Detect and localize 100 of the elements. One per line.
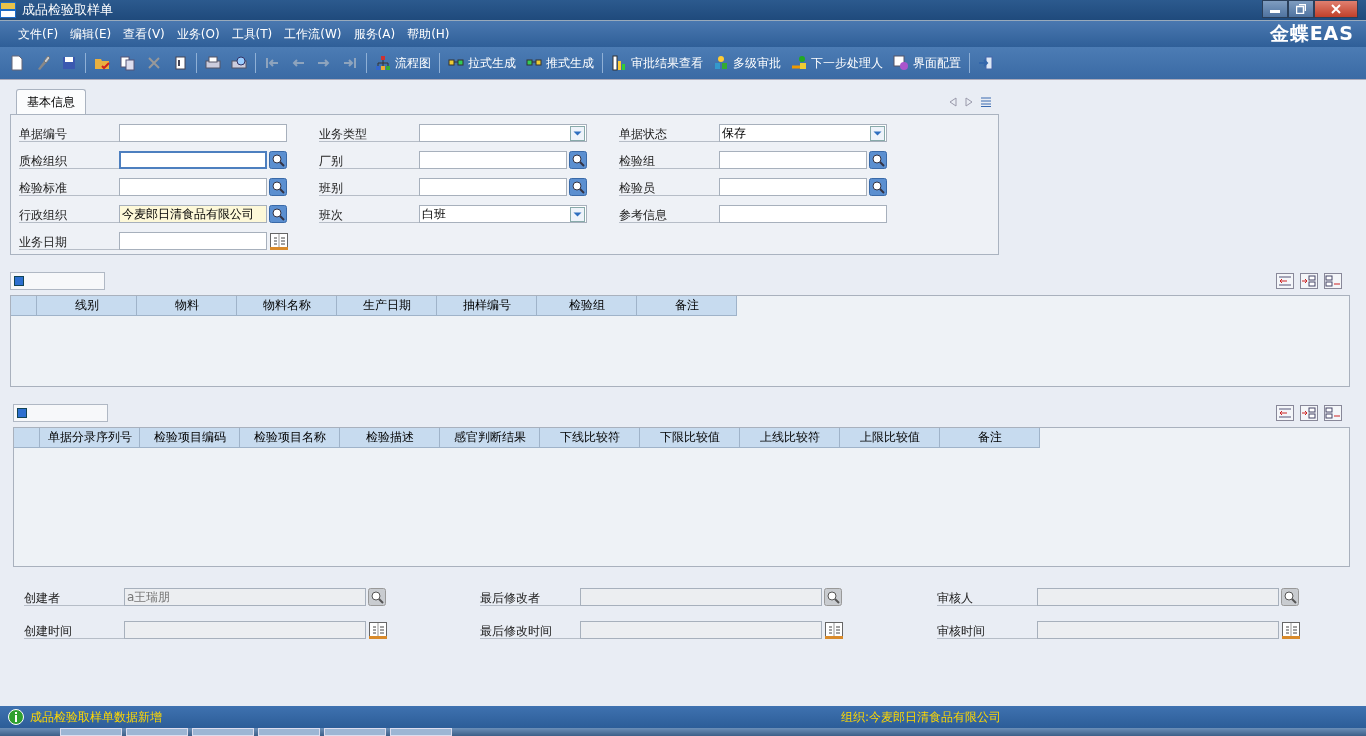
input-field[interactable] (719, 205, 887, 223)
first-icon (264, 55, 280, 71)
date-picker-button[interactable] (1281, 621, 1301, 639)
column-header[interactable]: 上限比较值 (840, 428, 940, 448)
lookup-button[interactable] (569, 151, 587, 169)
save-icon (61, 55, 77, 71)
input-field[interactable] (419, 178, 567, 196)
input-field[interactable] (719, 151, 867, 169)
menu-item[interactable]: 工作流(W) (278, 25, 348, 43)
lookup-button[interactable] (1281, 588, 1299, 606)
grid-tab[interactable] (13, 404, 108, 422)
close-icon (1331, 4, 1341, 14)
exit-icon (978, 55, 994, 71)
calendar-icon (368, 621, 388, 639)
remove-row-button[interactable] (1324, 405, 1342, 421)
copy-icon (120, 55, 136, 71)
date-picker-button[interactable] (269, 232, 289, 250)
remove-row-button[interactable] (1324, 273, 1342, 289)
people-icon (713, 55, 729, 71)
column-header[interactable]: 下限比较值 (640, 428, 740, 448)
add-row-button[interactable] (1300, 405, 1318, 421)
lookup-button[interactable] (269, 178, 287, 196)
search-icon (569, 151, 587, 169)
input-field[interactable] (719, 178, 867, 196)
column-header[interactable]: 抽样编号 (437, 296, 537, 316)
column-header[interactable]: 上线比较符 (740, 428, 840, 448)
lookup-button[interactable] (869, 151, 887, 169)
toolbar-button[interactable]: 流程图 (370, 51, 436, 75)
input-field[interactable] (119, 232, 267, 250)
dropdown-field[interactable] (419, 124, 587, 142)
column-header[interactable]: 检验描述 (340, 428, 440, 448)
search-icon (269, 205, 287, 223)
column-header[interactable]: 下线比较符 (540, 428, 640, 448)
info-icon (8, 709, 24, 725)
toolbar-button[interactable]: 推式生成 (521, 51, 599, 75)
dropdown-field[interactable]: 保存 (719, 124, 887, 142)
date-picker-button[interactable] (824, 621, 844, 639)
menu-item[interactable]: 文件(F) (12, 25, 65, 43)
dropdown-field[interactable]: 白班 (419, 205, 587, 223)
date-picker-button[interactable] (368, 621, 388, 639)
restore-button[interactable] (1288, 0, 1314, 18)
square-icon (14, 276, 24, 286)
add-row-icon (1300, 405, 1318, 421)
brand-logo: 金蝶EAS (1268, 21, 1355, 46)
close-button[interactable] (1314, 0, 1358, 18)
menu-item[interactable]: 服务(A) (347, 25, 402, 43)
search-icon (269, 178, 287, 196)
menu-item[interactable]: 业务(O) (170, 25, 226, 43)
column-header[interactable]: 备注 (940, 428, 1040, 448)
input-field[interactable] (119, 178, 267, 196)
input-field[interactable] (419, 151, 567, 169)
insert-row-icon (1276, 405, 1294, 421)
search-icon (569, 178, 587, 196)
flowchart-icon (375, 55, 391, 71)
brush-icon (35, 55, 51, 71)
toolbar-button[interactable]: 多级审批 (708, 51, 786, 75)
column-header[interactable]: 物料名称 (237, 296, 337, 316)
toolbar-button[interactable]: 界面配置 (888, 51, 966, 75)
calendar-icon (1281, 621, 1301, 639)
lookup-button[interactable] (824, 588, 842, 606)
status-organization: 组织:今麦郎日清食品有限公司 (840, 708, 1001, 726)
minimize-button[interactable] (1262, 0, 1288, 18)
column-header[interactable]: 检验项目编码 (140, 428, 240, 448)
lookup-button[interactable] (569, 178, 587, 196)
lookup-button[interactable] (368, 588, 386, 606)
tab[interactable]: 基本信息 (16, 89, 86, 114)
column-header[interactable]: 检验组 (537, 296, 637, 316)
column-header[interactable]: 感官判断结果 (440, 428, 540, 448)
search-icon (824, 588, 842, 606)
add-row-button[interactable] (1300, 273, 1318, 289)
menu-item[interactable]: 查看(V) (117, 25, 171, 43)
menu-icon[interactable] (981, 97, 991, 107)
window-title: 成品检验取样单 (22, 1, 113, 19)
menu-item[interactable]: 编辑(E) (64, 25, 118, 43)
calendar-icon (824, 621, 844, 639)
remove-row-icon (1324, 405, 1342, 421)
new-document-icon (9, 55, 25, 71)
input-field[interactable] (119, 124, 287, 142)
toolbar-button[interactable]: 拉式生成 (443, 51, 521, 75)
lookup-button[interactable] (269, 151, 287, 169)
toolbar-button[interactable]: 审批结果查看 (606, 51, 708, 75)
column-header[interactable]: 线别 (37, 296, 137, 316)
insert-row-button[interactable] (1276, 273, 1294, 289)
input-field[interactable] (119, 151, 267, 169)
column-header[interactable]: 单据分录序列号 (40, 428, 140, 448)
grid-tab[interactable] (10, 272, 105, 290)
menu-item[interactable]: 帮助(H) (401, 25, 456, 43)
search-icon (368, 588, 386, 606)
toolbar-button[interactable]: 下一步处理人 (786, 51, 888, 75)
search-icon (869, 151, 887, 169)
column-header[interactable]: 生产日期 (337, 296, 437, 316)
column-header[interactable]: 备注 (637, 296, 737, 316)
lookup-button[interactable] (869, 178, 887, 196)
column-header[interactable]: 检验项目名称 (240, 428, 340, 448)
lookup-button[interactable] (269, 205, 287, 223)
column-header[interactable]: 物料 (137, 296, 237, 316)
input-field[interactable]: 今麦郎日清食品有限公司 (119, 205, 267, 223)
last-icon (342, 55, 358, 71)
menu-item[interactable]: 工具(T) (225, 25, 279, 43)
insert-row-button[interactable] (1276, 405, 1294, 421)
